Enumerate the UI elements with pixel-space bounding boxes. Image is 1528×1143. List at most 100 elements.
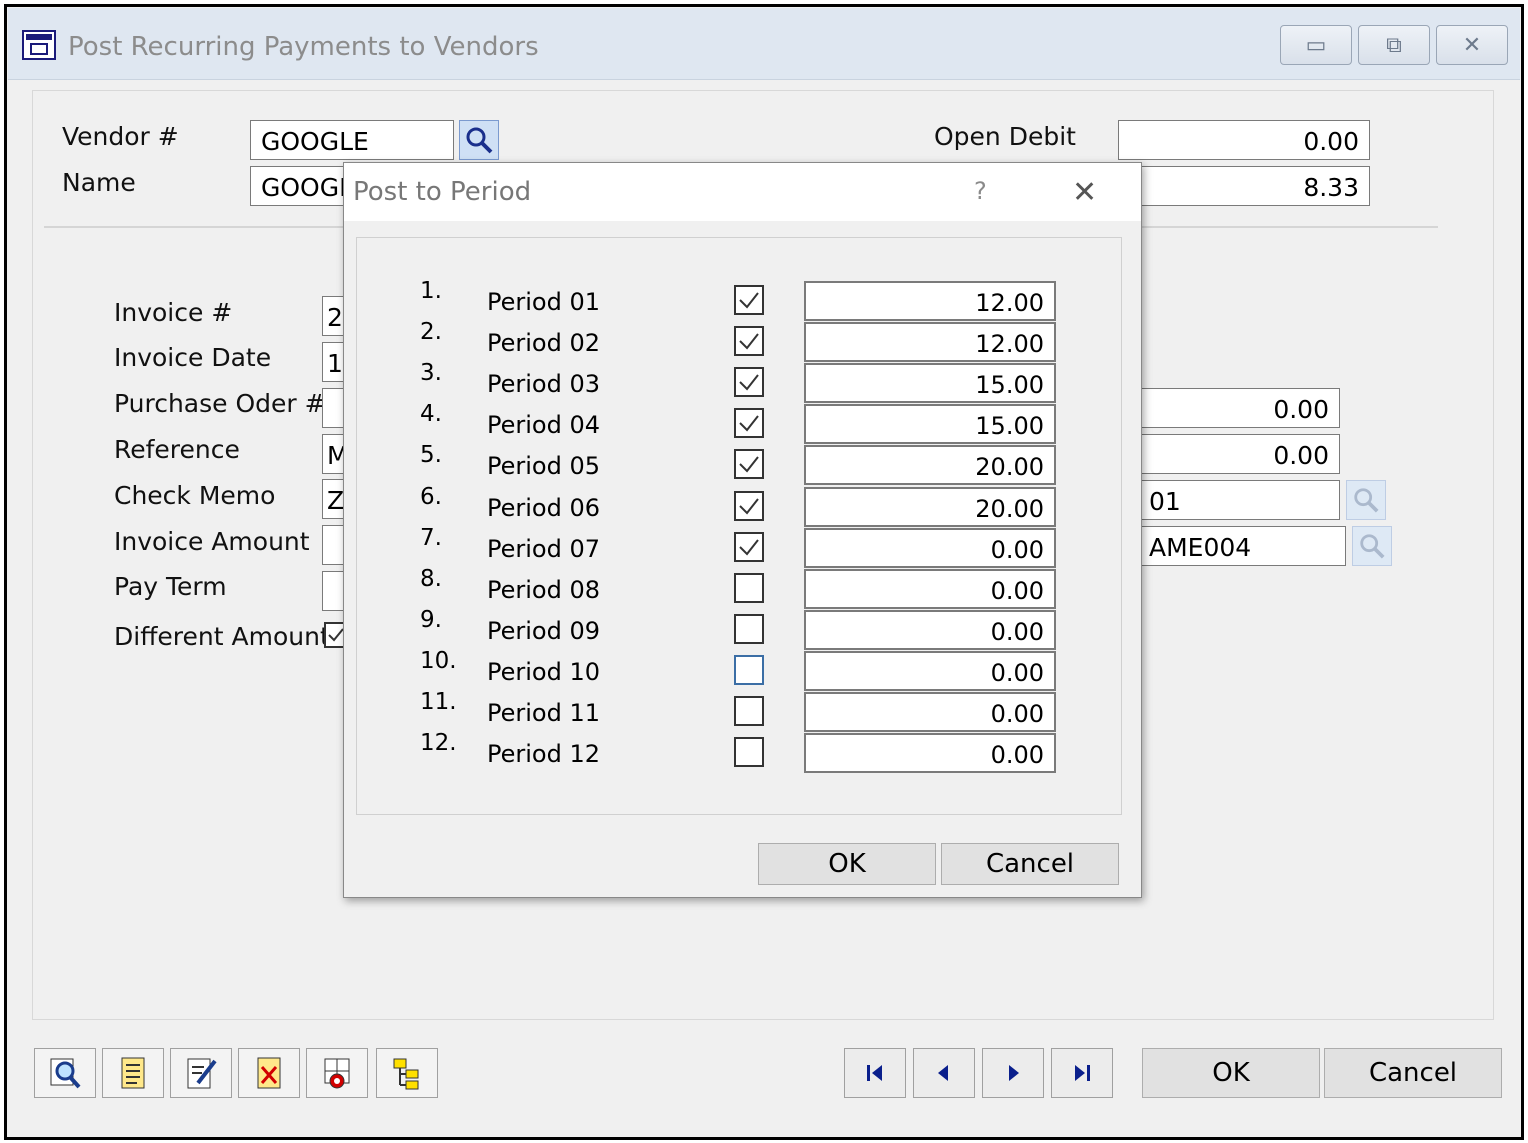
maximize-button[interactable]: ⧉ xyxy=(1358,25,1430,65)
close-icon: ✕ xyxy=(1462,32,1482,58)
period-checkbox[interactable] xyxy=(734,326,764,356)
previous-record-button[interactable] xyxy=(913,1048,975,1098)
open-debit-field[interactable]: 0.00 xyxy=(1118,120,1370,160)
reference-label: Reference xyxy=(114,435,240,464)
edit-document-button[interactable] xyxy=(170,1048,232,1098)
previous-record-icon xyxy=(938,1065,948,1081)
checkmark-icon xyxy=(739,374,759,391)
magnifier-icon xyxy=(1354,488,1379,513)
help-button[interactable]: ? xyxy=(974,177,987,205)
tree-structure-button[interactable] xyxy=(376,1048,438,1098)
checkmark-icon xyxy=(739,415,759,432)
checkmark-icon xyxy=(739,498,759,515)
period-amount-field[interactable]: 0.00 xyxy=(804,528,1056,568)
first-record-icon xyxy=(867,1065,882,1081)
close-button[interactable]: ✕ xyxy=(1436,25,1508,65)
last-record-button[interactable] xyxy=(1051,1048,1113,1098)
period-amount-field[interactable]: 0.00 xyxy=(804,610,1056,650)
dialog-close-button[interactable]: ✕ xyxy=(1072,175,1097,210)
dialog-cancel-button[interactable]: Cancel xyxy=(941,843,1119,885)
right-lookup-button-1[interactable] xyxy=(1346,480,1386,520)
period-name: Period 05 xyxy=(487,452,601,480)
period-amount-field[interactable]: 12.00 xyxy=(804,281,1056,321)
right-code-field-2[interactable]: AME004 xyxy=(1138,526,1346,566)
dialog-ok-button[interactable]: OK xyxy=(758,843,936,885)
period-name: Period 10 xyxy=(487,658,601,686)
period-name: Period 08 xyxy=(487,576,601,604)
name-label: Name xyxy=(62,168,136,197)
check-memo-label: Check Memo xyxy=(114,481,276,510)
document-button[interactable] xyxy=(102,1048,164,1098)
main-ok-button[interactable]: OK xyxy=(1142,1048,1320,1098)
magnifier-icon xyxy=(1360,534,1385,559)
checkmark-icon xyxy=(739,456,759,473)
period-checkbox[interactable] xyxy=(734,696,764,726)
period-number: 12. xyxy=(420,730,457,756)
period-checkbox[interactable] xyxy=(734,491,764,521)
period-checkbox[interactable] xyxy=(734,532,764,562)
period-number: 2. xyxy=(420,319,442,345)
period-amount-field[interactable]: 0.00 xyxy=(804,733,1056,773)
checkmark-icon xyxy=(739,333,759,350)
period-checkbox[interactable] xyxy=(734,655,764,685)
period-number: 8. xyxy=(420,566,442,592)
period-amount-field[interactable]: 20.00 xyxy=(804,445,1056,485)
period-number: 1. xyxy=(420,278,442,304)
invoice-no-label: Invoice # xyxy=(114,298,233,327)
period-number: 5. xyxy=(420,442,442,468)
period-name: Period 01 xyxy=(487,288,601,316)
period-name: Period 07 xyxy=(487,535,601,563)
period-checkbox[interactable] xyxy=(734,408,764,438)
period-amount-field[interactable]: 0.00 xyxy=(804,651,1056,691)
period-number: 9. xyxy=(420,607,442,633)
period-amount-field[interactable]: 12.00 xyxy=(804,322,1056,362)
calendar-tool-icon xyxy=(324,1058,350,1089)
period-checkbox[interactable] xyxy=(734,737,764,767)
last-record-icon xyxy=(1075,1065,1090,1081)
period-checkbox[interactable] xyxy=(734,449,764,479)
next-record-button[interactable] xyxy=(982,1048,1044,1098)
period-number: 10. xyxy=(420,648,457,674)
vendor-field[interactable]: GOOGLE xyxy=(250,120,454,160)
magnifier-icon xyxy=(466,127,493,154)
checkmark-icon xyxy=(739,539,759,556)
period-number: 11. xyxy=(420,689,457,715)
period-amount-field[interactable]: 15.00 xyxy=(804,404,1056,444)
right-amount-field-1[interactable]: 0.00 xyxy=(1138,388,1340,428)
minimize-icon: ▭ xyxy=(1305,32,1327,58)
vendor-label: Vendor # xyxy=(62,122,179,151)
pay-term-label: Pay Term xyxy=(114,572,227,601)
period-amount-field[interactable]: 20.00 xyxy=(804,487,1056,527)
period-number: 6. xyxy=(420,484,442,510)
period-checkbox[interactable] xyxy=(734,614,764,644)
balance-field[interactable]: 8.33 xyxy=(1118,166,1370,206)
dialog-titlebar: Post to Period ? ✕ xyxy=(344,163,1141,221)
delete-document-button[interactable] xyxy=(238,1048,300,1098)
main-cancel-button[interactable]: Cancel xyxy=(1324,1048,1502,1098)
period-checkbox[interactable] xyxy=(734,573,764,603)
app-icon xyxy=(22,30,56,60)
checkmark-icon xyxy=(739,292,759,309)
open-debit-label: Open Debit xyxy=(934,122,1076,151)
right-lookup-button-2[interactable] xyxy=(1352,526,1392,566)
period-name: Period 04 xyxy=(487,411,601,439)
period-name: Period 03 xyxy=(487,370,601,398)
calendar-tool-button[interactable] xyxy=(306,1048,368,1098)
period-checkbox[interactable] xyxy=(734,367,764,397)
period-name: Period 09 xyxy=(487,617,601,645)
window-title: Post Recurring Payments to Vendors xyxy=(68,32,539,62)
invoice-date-label: Invoice Date xyxy=(114,343,272,372)
vendor-lookup-button[interactable] xyxy=(459,120,499,160)
minimize-button[interactable]: ▭ xyxy=(1280,25,1352,65)
period-number: 7. xyxy=(420,525,442,551)
search-tool-button[interactable] xyxy=(34,1048,96,1098)
period-checkbox[interactable] xyxy=(734,285,764,315)
right-amount-field-2[interactable]: 0.00 xyxy=(1138,434,1340,474)
period-amount-field[interactable]: 0.00 xyxy=(804,692,1056,732)
first-record-button[interactable] xyxy=(844,1048,906,1098)
edit-document-icon xyxy=(187,1058,217,1089)
post-to-period-dialog: Post to Period ? ✕ 1. Period 01 12.00 2. Per… xyxy=(343,162,1142,898)
period-amount-field[interactable]: 15.00 xyxy=(804,363,1056,403)
period-amount-field[interactable]: 0.00 xyxy=(804,569,1056,609)
right-code-field-1[interactable]: 01 xyxy=(1138,480,1340,520)
